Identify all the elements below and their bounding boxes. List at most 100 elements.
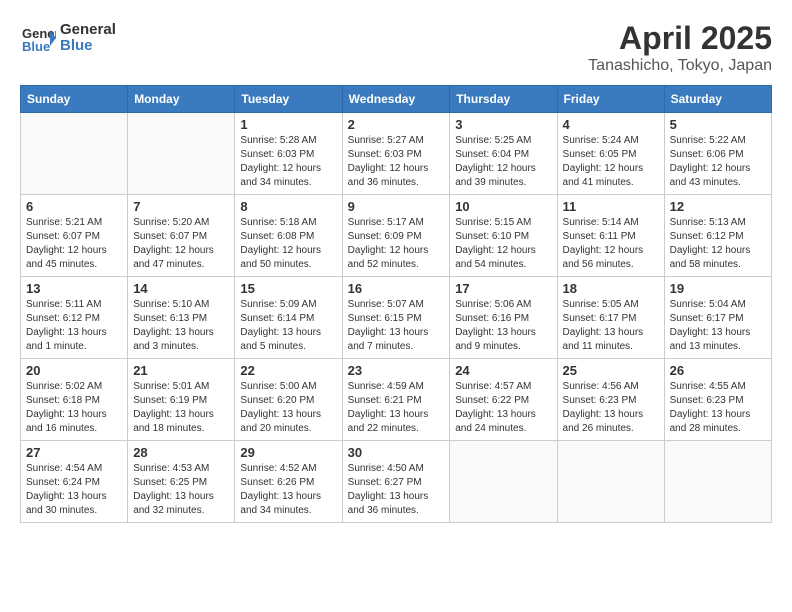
day-number: 23 [348,363,445,378]
calendar-cell: 16 Sunrise: 5:07 AM Sunset: 6:15 PM Dayli… [342,277,450,359]
weekday-header-monday: Monday [128,86,235,113]
weekday-header-wednesday: Wednesday [342,86,450,113]
calendar-cell: 15Sunrise: 5:09 AM Sunset: 6:14 PM Dayli… [235,277,342,359]
week-row-4: 20Sunrise: 5:02 AM Sunset: 6:18 PM Dayli… [21,359,772,441]
calendar-cell: 10Sunrise: 5:15 AM Sunset: 6:10 PM Dayli… [450,195,557,277]
day-number: 16 [348,281,445,296]
calendar-cell: 23 Sunrise: 4:59 AM Sunset: 6:21 PM Dayli… [342,359,450,441]
day-detail: Sunrise: 5:06 AM Sunset: 6:16 PM Dayligh… [455,298,551,354]
week-row-5: 27Sunrise: 4:54 AM Sunset: 6:24 PM Dayli… [21,441,772,523]
day-detail: Sunrise: 5:11 AM Sunset: 6:12 PM Dayligh… [26,298,122,354]
calendar-cell: 27Sunrise: 4:54 AM Sunset: 6:24 PM Dayli… [21,441,128,523]
day-detail: Sunrise: 5:15 AM Sunset: 6:10 PM Dayligh… [455,216,551,272]
day-number: 8 [240,199,336,214]
day-number: 4 [563,117,659,132]
day-number: 28 [133,445,229,460]
calendar-cell: 29Sunrise: 4:52 AM Sunset: 6:26 PM Dayli… [235,441,342,523]
logo: General Blue General Blue [20,20,116,56]
calendar-cell: 18 Sunrise: 5:05 AM Sunset: 6:17 PM Dayli… [557,277,664,359]
weekday-header-friday: Friday [557,86,664,113]
calendar-cell [128,113,235,195]
calendar-cell: 22 Sunrise: 5:00 AM Sunset: 6:20 PM Dayli… [235,359,342,441]
day-detail: Sunrise: 5:22 AM Sunset: 6:06 PM Dayligh… [670,134,766,190]
weekday-header-saturday: Saturday [664,86,771,113]
day-number: 20 [26,363,122,378]
day-detail: Sunrise: 5:27 AM Sunset: 6:03 PM Dayligh… [348,134,445,190]
calendar-cell [664,441,771,523]
day-detail: Sunrise: 5:00 AM Sunset: 6:20 PM Dayligh… [240,380,336,436]
day-detail: Sunrise: 4:56 AM Sunset: 6:23 PM Dayligh… [563,380,659,436]
calendar-cell: 6 Sunrise: 5:21 AM Sunset: 6:07 PM Daylig… [21,195,128,277]
calendar-cell: 1 Sunrise: 5:28 AM Sunset: 6:03 PM Daylig… [235,113,342,195]
weekday-header-tuesday: Tuesday [235,86,342,113]
calendar-cell: 17 Sunrise: 5:06 AM Sunset: 6:16 PM Dayli… [450,277,557,359]
day-detail: Sunrise: 5:04 AM Sunset: 6:17 PM Dayligh… [670,298,766,354]
day-detail: Sunrise: 5:07 AM Sunset: 6:15 PM Dayligh… [348,298,445,354]
logo-line2: Blue [60,38,116,55]
day-number: 17 [455,281,551,296]
day-number: 25 [563,363,659,378]
logo-icon: General Blue [20,20,56,56]
calendar-cell: 21 Sunrise: 5:01 AM Sunset: 6:19 PM Dayli… [128,359,235,441]
calendar-cell: 14 Sunrise: 5:10 AM Sunset: 6:13 PM Dayli… [128,277,235,359]
month-title: April 2025 [588,20,772,57]
calendar-cell [450,441,557,523]
day-number: 19 [670,281,766,296]
day-detail: Sunrise: 5:13 AM Sunset: 6:12 PM Dayligh… [670,216,766,272]
calendar-cell: 12 Sunrise: 5:13 AM Sunset: 6:12 PM Dayli… [664,195,771,277]
day-detail: Sunrise: 5:20 AM Sunset: 6:07 PM Dayligh… [133,216,229,272]
day-detail: Sunrise: 4:53 AM Sunset: 6:25 PM Dayligh… [133,462,229,518]
day-number: 22 [240,363,336,378]
logo-line1: General [60,22,116,39]
calendar-cell: 5 Sunrise: 5:22 AM Sunset: 6:06 PM Daylig… [664,113,771,195]
calendar-cell: 30 Sunrise: 4:50 AM Sunset: 6:27 PM Dayli… [342,441,450,523]
day-number: 14 [133,281,229,296]
calendar-cell: 28 Sunrise: 4:53 AM Sunset: 6:25 PM Dayli… [128,441,235,523]
day-detail: Sunrise: 5:28 AM Sunset: 6:03 PM Dayligh… [240,134,336,190]
day-number: 26 [670,363,766,378]
day-detail: Sunrise: 4:50 AM Sunset: 6:27 PM Dayligh… [348,462,445,518]
calendar-cell: 26Sunrise: 4:55 AM Sunset: 6:23 PM Dayli… [664,359,771,441]
calendar-cell: 13Sunrise: 5:11 AM Sunset: 6:12 PM Dayli… [21,277,128,359]
day-detail: Sunrise: 5:10 AM Sunset: 6:13 PM Dayligh… [133,298,229,354]
day-detail: Sunrise: 4:59 AM Sunset: 6:21 PM Dayligh… [348,380,445,436]
weekday-header-row: SundayMondayTuesdayWednesdayThursdayFrid… [21,86,772,113]
day-detail: Sunrise: 5:05 AM Sunset: 6:17 PM Dayligh… [563,298,659,354]
day-number: 11 [563,199,659,214]
calendar-cell: 11 Sunrise: 5:14 AM Sunset: 6:11 PM Dayli… [557,195,664,277]
calendar-cell: 9Sunrise: 5:17 AM Sunset: 6:09 PM Daylig… [342,195,450,277]
day-detail: Sunrise: 5:14 AM Sunset: 6:11 PM Dayligh… [563,216,659,272]
location: Tanashicho, Tokyo, Japan [588,57,772,75]
week-row-3: 13Sunrise: 5:11 AM Sunset: 6:12 PM Dayli… [21,277,772,359]
calendar-table: SundayMondayTuesdayWednesdayThursdayFrid… [20,85,772,523]
calendar-cell [21,113,128,195]
calendar-cell: 20Sunrise: 5:02 AM Sunset: 6:18 PM Dayli… [21,359,128,441]
weekday-header-sunday: Sunday [21,86,128,113]
calendar-cell: 4Sunrise: 5:24 AM Sunset: 6:05 PM Daylig… [557,113,664,195]
day-detail: Sunrise: 4:52 AM Sunset: 6:26 PM Dayligh… [240,462,336,518]
day-number: 30 [348,445,445,460]
calendar-cell: 19 Sunrise: 5:04 AM Sunset: 6:17 PM Dayli… [664,277,771,359]
day-number: 21 [133,363,229,378]
day-number: 7 [133,199,229,214]
calendar-cell: 8 Sunrise: 5:18 AM Sunset: 6:08 PM Daylig… [235,195,342,277]
calendar-cell: 24Sunrise: 4:57 AM Sunset: 6:22 PM Dayli… [450,359,557,441]
day-detail: Sunrise: 5:01 AM Sunset: 6:19 PM Dayligh… [133,380,229,436]
week-row-2: 6 Sunrise: 5:21 AM Sunset: 6:07 PM Daylig… [21,195,772,277]
day-number: 3 [455,117,551,132]
day-number: 6 [26,199,122,214]
day-number: 12 [670,199,766,214]
day-number: 18 [563,281,659,296]
calendar-cell [557,441,664,523]
day-number: 2 [348,117,445,132]
day-number: 15 [240,281,336,296]
day-number: 1 [240,117,336,132]
day-number: 9 [348,199,445,214]
day-number: 5 [670,117,766,132]
calendar-cell: 2 Sunrise: 5:27 AM Sunset: 6:03 PM Daylig… [342,113,450,195]
page-header: General Blue General Blue April 2025 Tan… [20,20,772,75]
svg-text:Blue: Blue [22,39,50,54]
calendar-cell: 7 Sunrise: 5:20 AM Sunset: 6:07 PM Daylig… [128,195,235,277]
day-detail: Sunrise: 5:21 AM Sunset: 6:07 PM Dayligh… [26,216,122,272]
day-detail: Sunrise: 5:18 AM Sunset: 6:08 PM Dayligh… [240,216,336,272]
